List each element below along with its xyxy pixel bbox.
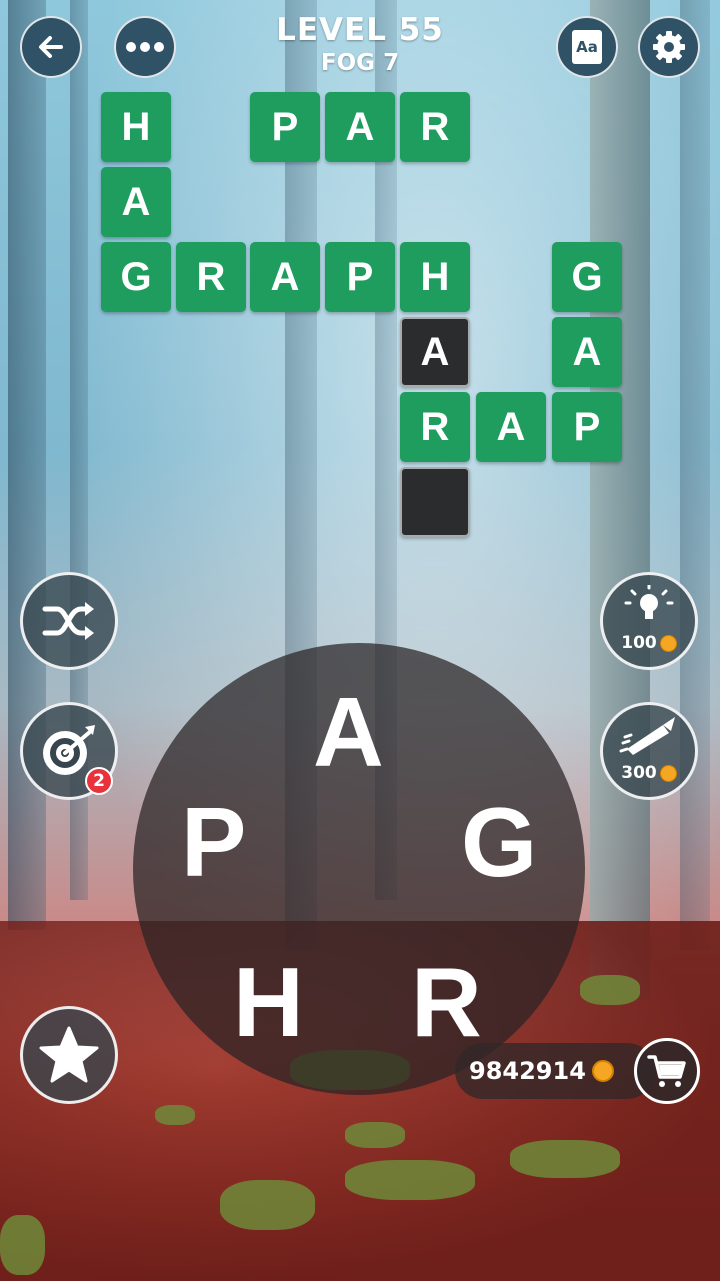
grid-tile: A bbox=[325, 92, 395, 162]
coin-balance: 9842914 bbox=[455, 1043, 655, 1099]
lightbulb-cost: 100 bbox=[603, 633, 695, 653]
shuffle-icon bbox=[42, 602, 94, 640]
rocket-icon bbox=[619, 717, 675, 755]
grid-tile: G bbox=[552, 242, 622, 312]
grid-tile: P bbox=[325, 242, 395, 312]
target-badge: 2 bbox=[85, 767, 113, 795]
grid-tile: P bbox=[250, 92, 320, 162]
shuffle-button[interactable] bbox=[20, 572, 118, 670]
hint-lightbulb-button[interactable]: 100 bbox=[600, 572, 698, 670]
wheel-letter[interactable]: H bbox=[233, 953, 304, 1051]
coin-icon bbox=[591, 1060, 614, 1082]
dictionary-button[interactable]: Aa bbox=[556, 16, 618, 78]
wheel-letter[interactable]: R bbox=[411, 953, 482, 1051]
cart-icon bbox=[647, 1055, 686, 1087]
lightbulb-icon bbox=[624, 585, 674, 619]
wheel-letter[interactable]: P bbox=[181, 793, 246, 891]
hint-rocket-button[interactable]: 300 bbox=[600, 702, 698, 800]
grid-tile: R bbox=[400, 92, 470, 162]
grid-tile: G bbox=[101, 242, 171, 312]
grid-tile: A bbox=[552, 317, 622, 387]
wheel-letter[interactable]: G bbox=[461, 793, 537, 891]
rocket-cost: 300 bbox=[603, 763, 695, 783]
coin-icon bbox=[659, 764, 677, 782]
shop-button[interactable] bbox=[634, 1038, 700, 1104]
grid-tile-empty bbox=[400, 467, 470, 537]
favorites-button[interactable] bbox=[20, 1006, 118, 1104]
grid-tile: R bbox=[176, 242, 246, 312]
letter-wheel[interactable]: A P G H R bbox=[133, 643, 585, 1095]
grid-tile: A bbox=[101, 167, 171, 237]
gear-icon bbox=[653, 31, 685, 63]
star-icon bbox=[39, 1026, 99, 1083]
target-button[interactable]: 2 bbox=[20, 702, 118, 800]
grid-tile: A bbox=[250, 242, 320, 312]
settings-button[interactable] bbox=[638, 16, 700, 78]
coin-balance-value: 9842914 bbox=[469, 1057, 586, 1085]
grid-tile: H bbox=[101, 92, 171, 162]
wheel-letter[interactable]: A bbox=[313, 683, 384, 781]
coin-icon bbox=[659, 634, 677, 652]
grid-tile: R bbox=[400, 392, 470, 462]
grid-tile-hint-revealed: A bbox=[400, 317, 470, 387]
grid-tile: A bbox=[476, 392, 546, 462]
dictionary-icon: Aa bbox=[572, 30, 602, 64]
grid-tile: P bbox=[552, 392, 622, 462]
grid-tile: H bbox=[400, 242, 470, 312]
